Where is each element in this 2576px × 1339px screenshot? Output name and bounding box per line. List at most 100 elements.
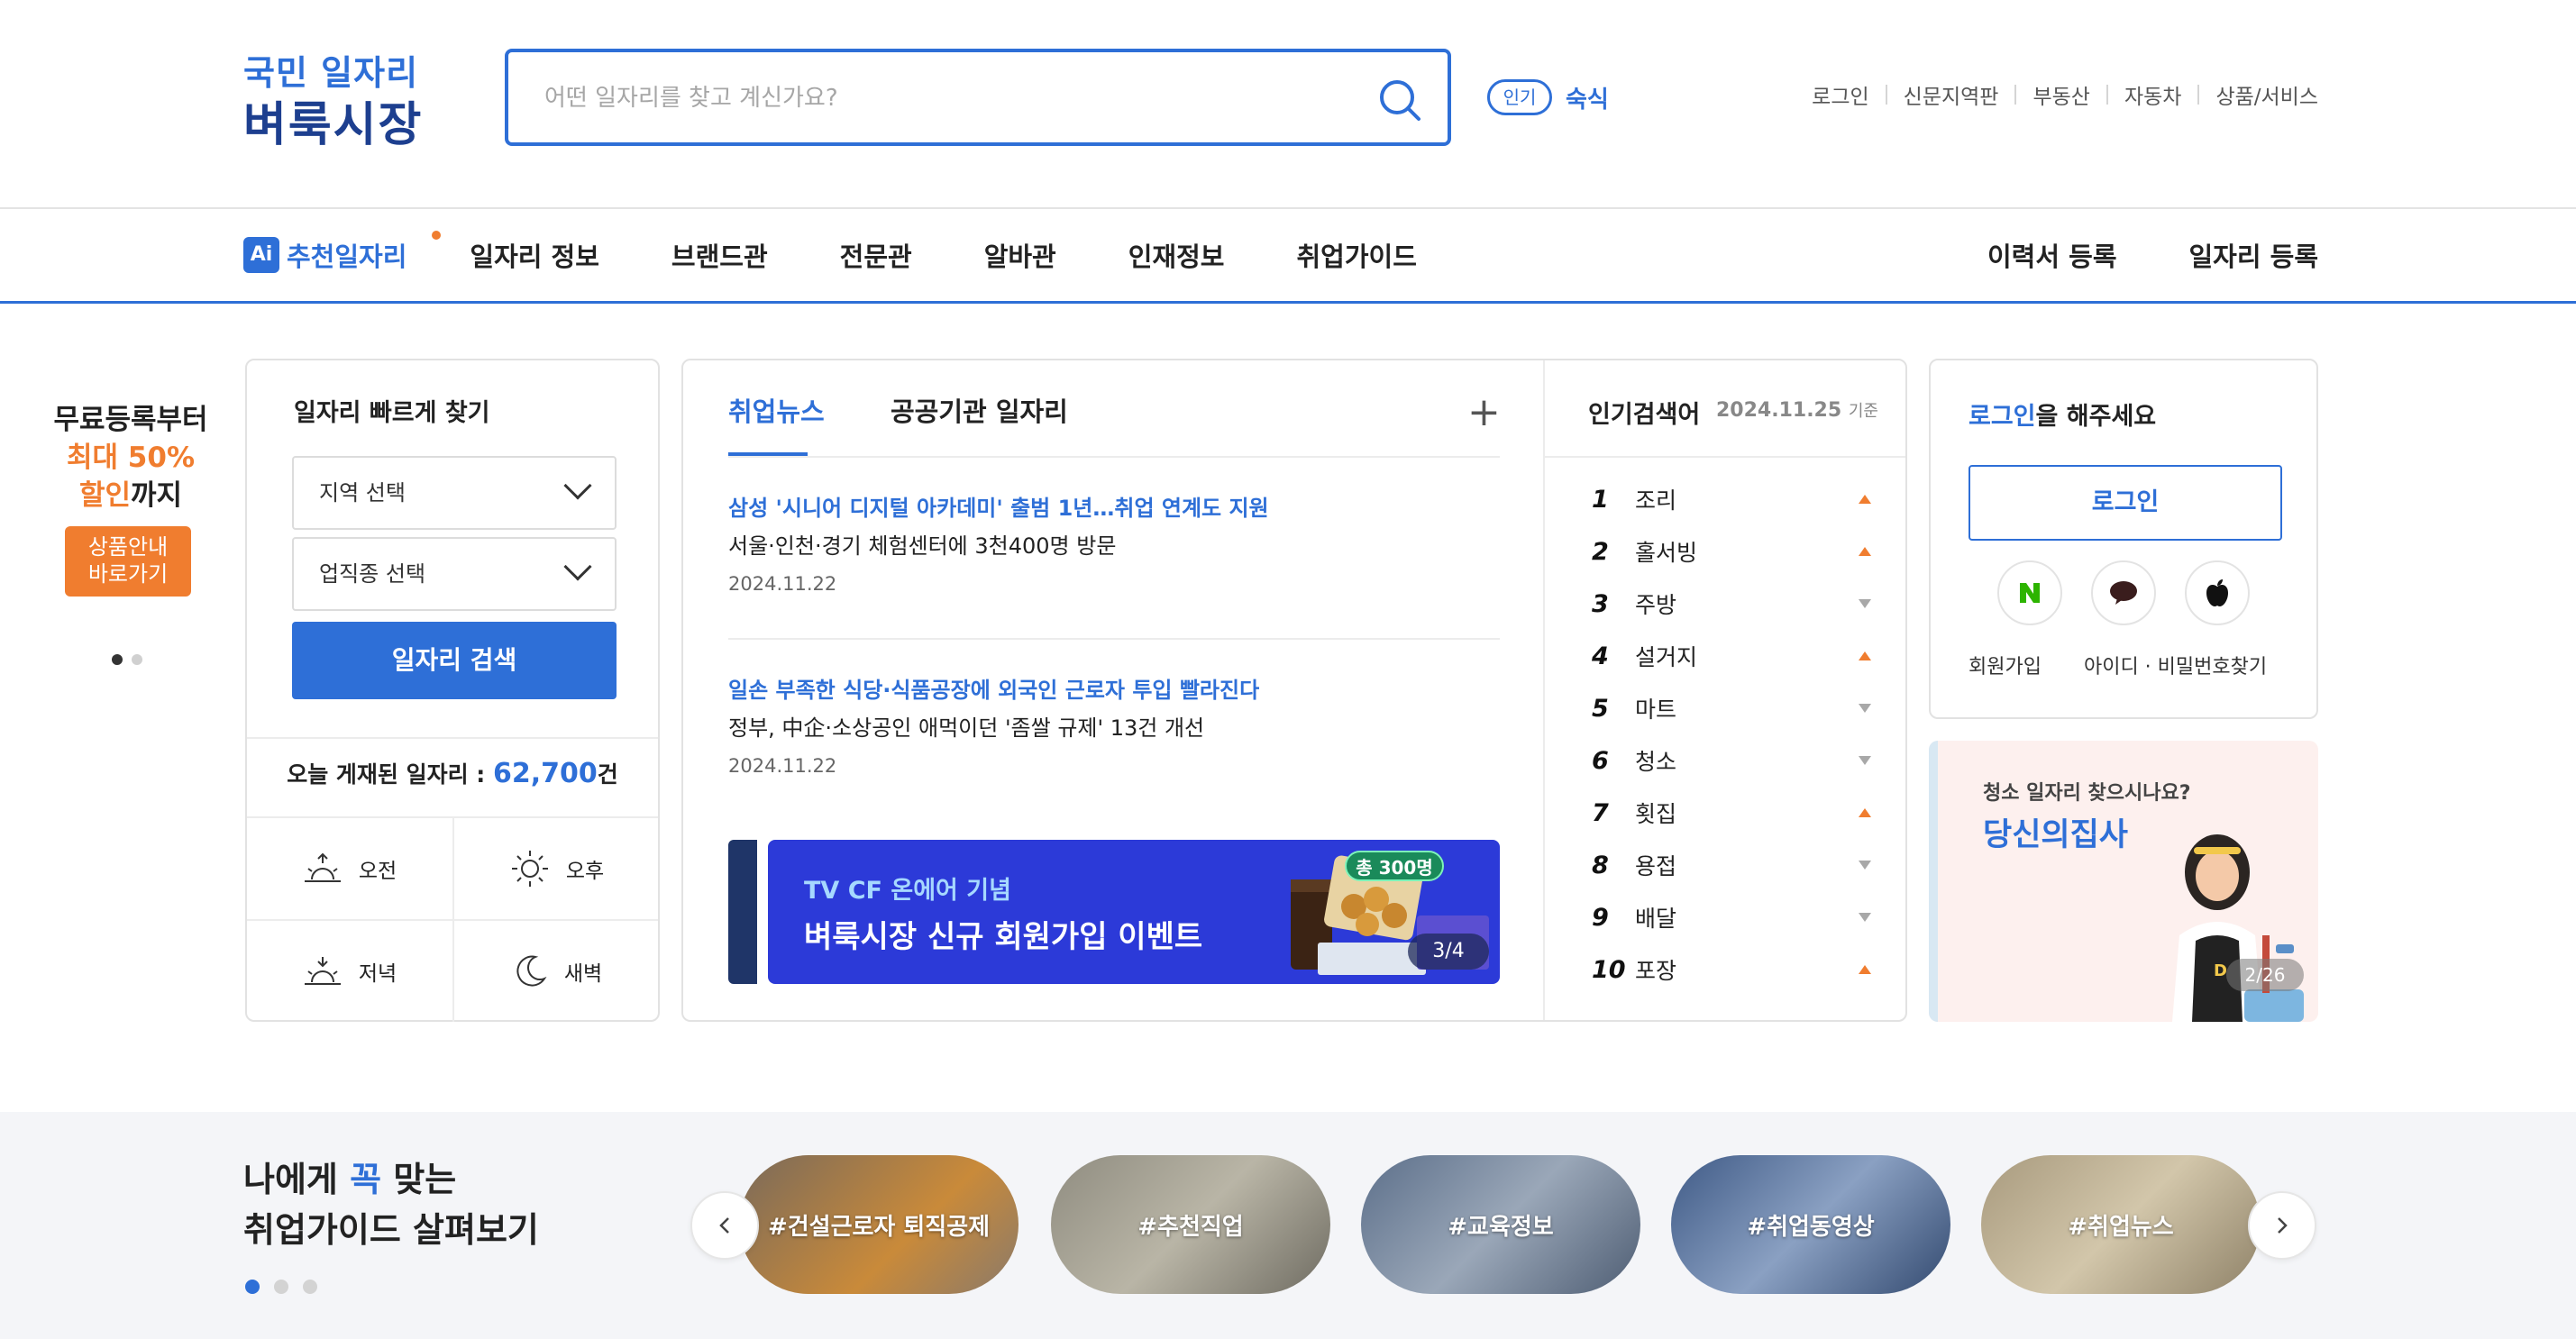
ad-line-2: 당신의집사 <box>1983 817 2129 853</box>
login-prompt-rest: 을 해주세요 <box>2035 403 2157 431</box>
kakao-login-button[interactable] <box>2091 560 2156 625</box>
guide-dot[interactable] <box>274 1280 288 1294</box>
naver-login-button[interactable] <box>1997 560 2062 625</box>
popular-rank-item[interactable]: 4 설거지 <box>1592 638 1871 674</box>
popular-rank-item[interactable]: 6 청소 <box>1592 742 1871 779</box>
job-type-select[interactable]: 업직종 선택 <box>292 537 617 611</box>
rank-keyword: 청소 <box>1635 749 1677 775</box>
nav-item-talent[interactable]: 인재정보 <box>1128 236 1225 274</box>
plus-icon[interactable]: + <box>1467 389 1501 435</box>
news-item-title[interactable]: 삼성 '시니어 디지털 아카데미' 출범 1년…취업 연계도 지원 <box>728 490 1269 522</box>
promo-dot-active[interactable] <box>112 654 123 665</box>
guide-pill-recommended[interactable]: #추천직업 <box>1051 1155 1330 1294</box>
rank-keyword: 포장 <box>1635 958 1677 984</box>
nav-item-parttime[interactable]: 알바관 <box>984 236 1056 274</box>
today-jobs-label: 오늘 게재된 일자리 : <box>287 761 494 788</box>
trend-down-icon <box>1859 861 1871 870</box>
guide-pill-video[interactable]: #취업동영상 <box>1671 1155 1950 1294</box>
tab-public-jobs[interactable]: 공공기관 일자리 <box>891 391 1068 429</box>
guide-next-button[interactable] <box>2248 1191 2316 1260</box>
guide-dot[interactable] <box>303 1280 317 1294</box>
guide-prev-button[interactable] <box>690 1191 759 1260</box>
popular-rank-item[interactable]: 8 용접 <box>1592 847 1871 883</box>
nav-item-brands[interactable]: 브랜드관 <box>671 236 768 274</box>
rank-number: 6 <box>1592 746 1609 775</box>
nav-item-guide[interactable]: 취업가이드 <box>1296 236 1416 274</box>
job-search-button[interactable]: 일자리 검색 <box>292 622 617 699</box>
util-link-services[interactable]: 상품/서비스 <box>2215 79 2318 110</box>
news-item-title[interactable]: 일손 부족한 식당·식품공장에 외국인 근로자 투입 빨라진다 <box>728 672 1259 704</box>
popular-rank-item[interactable]: 3 주방 <box>1592 586 1871 622</box>
ad-page-indicator: 2/26 <box>2226 959 2304 991</box>
guide-title-highlight: 꼭 <box>350 1160 382 1199</box>
guide-dot-active[interactable] <box>245 1280 260 1294</box>
util-link-login[interactable]: 로그인 <box>1812 79 1868 110</box>
promo-button-label: 상품안내 바로가기 <box>87 534 169 587</box>
region-select[interactable]: 지역 선택 <box>292 456 617 530</box>
promo-dot[interactable] <box>132 654 142 665</box>
promo-button[interactable]: 상품안내 바로가기 <box>65 526 191 597</box>
login-prompt: 로그인을 해주세요 <box>1969 396 2156 432</box>
time-filter-afternoon[interactable]: 오후 <box>454 818 658 919</box>
rank-number: 9 <box>1592 903 1609 932</box>
rank-keyword: 설거지 <box>1635 644 1698 670</box>
register-job-link[interactable]: 일자리 등록 <box>2189 236 2319 274</box>
popular-rank-item[interactable]: 7 횟집 <box>1592 795 1871 831</box>
login-button[interactable]: 로그인 <box>1969 465 2282 541</box>
divider <box>2014 85 2017 105</box>
nav-item-ai-recommend[interactable]: 추천일자리 <box>287 231 442 274</box>
naver-icon <box>2020 583 2040 603</box>
ad-banner[interactable]: 청소 일자리 찾으시나요? 당신의집사 D 2/26 <box>1929 741 2318 1022</box>
rank-number: 10 <box>1592 955 1626 984</box>
guide-pill-news[interactable]: #취업뉴스 <box>1981 1155 2261 1294</box>
tab-active-indicator <box>728 452 808 456</box>
trend-down-icon <box>1859 599 1871 608</box>
search-input[interactable] <box>544 74 1356 123</box>
popular-rank-item[interactable]: 10 포장 <box>1592 952 1871 988</box>
nav-item-jobs[interactable]: 일자리 정보 <box>470 236 599 274</box>
register-resume-link[interactable]: 이력서 등록 <box>1987 236 2117 274</box>
find-account-link[interactable]: 아이디 · 비밀번호찾기 <box>2084 656 2267 679</box>
time-filter-dawn[interactable]: 새벽 <box>454 921 658 1022</box>
guide-pill-construction[interactable]: #건설근로자 퇴직공제 <box>739 1155 1019 1294</box>
guide-pill-label: #건설근로자 퇴직공제 <box>767 1213 991 1241</box>
nav-right: 이력서 등록 일자리 등록 <box>1915 232 2318 278</box>
login-card: 로그인을 해주세요 로그인 회원가입 아이디 · 비밀번호찾기 <box>1929 359 2318 719</box>
trend-up-icon <box>1859 651 1871 660</box>
chevron-left-icon <box>719 1217 729 1234</box>
quick-search-card: 일자리 빠르게 찾기 지역 선택 업직종 선택 일자리 검색 오늘 게재된 일자… <box>245 359 660 1022</box>
time-filter-evening[interactable]: 저녁 <box>247 921 451 1022</box>
today-jobs-count: 오늘 게재된 일자리 : 62,700건 <box>247 757 658 789</box>
popular-search-title: 인기검색어 <box>1588 401 1701 429</box>
util-link-newspaper[interactable]: 신문지역판 <box>1904 79 1999 110</box>
brand-logo[interactable]: 벼룩시장 <box>243 87 423 154</box>
banner-page-indicator: 3/4 <box>1408 934 1489 970</box>
join-link[interactable]: 회원가입 <box>1969 656 2042 679</box>
popular-rank-item[interactable]: 1 조리 <box>1592 481 1871 517</box>
trend-down-icon <box>1859 913 1871 922</box>
popular-badge: 인기 <box>1487 79 1552 115</box>
popular-rank-item[interactable]: 9 배달 <box>1592 899 1871 935</box>
popular-keyword-link[interactable]: 숙식 <box>1566 81 1609 114</box>
util-link-car[interactable]: 자동차 <box>2124 79 2181 110</box>
login-prompt-link[interactable]: 로그인 <box>1969 403 2036 431</box>
header-divider <box>0 207 2576 209</box>
divider <box>1885 85 1887 105</box>
ai-badge-icon: Ai <box>243 237 279 273</box>
popular-rank-item[interactable]: 2 홀서빙 <box>1592 533 1871 569</box>
divider <box>1545 456 1905 458</box>
util-link-realestate[interactable]: 부동산 <box>2032 79 2089 110</box>
tab-employment-news[interactable]: 취업뉴스 <box>728 391 825 429</box>
time-filter-morning[interactable]: 오전 <box>247 818 451 919</box>
promo-line-1: 무료등록부터 <box>53 404 208 436</box>
apple-login-button[interactable] <box>2185 560 2250 625</box>
banner-prev-edge[interactable] <box>728 840 757 984</box>
guide-pill-education[interactable]: #교육정보 <box>1361 1155 1640 1294</box>
divider <box>2106 85 2108 105</box>
news-item-date: 2024.11.22 <box>728 755 837 777</box>
quick-search-title: 일자리 빠르게 찾기 <box>294 399 490 427</box>
nav-item-specialty[interactable]: 전문관 <box>840 236 912 274</box>
popular-rank-item[interactable]: 5 마트 <box>1592 690 1871 726</box>
search-icon[interactable] <box>1374 74 1428 128</box>
event-banner[interactable]: TV CF 온에어 기념 벼룩시장 신규 회원가입 이벤트 총 300명 3/4 <box>768 840 1500 984</box>
